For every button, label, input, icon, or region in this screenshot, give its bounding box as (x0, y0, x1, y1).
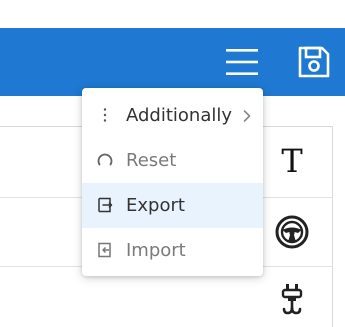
text-icon[interactable]: T (268, 137, 316, 185)
menu-item-label: Export (126, 195, 185, 216)
steering-wheel-icon[interactable] (268, 208, 316, 256)
menu-item-label: Reset (126, 150, 177, 171)
tow-hook-icon[interactable] (268, 277, 316, 325)
hamburger-menu-button[interactable] (222, 46, 262, 78)
steering-wheel-svg (275, 215, 309, 249)
reset-icon (96, 151, 114, 169)
menu-item-label: Additionally (126, 105, 233, 126)
menu-item-reset[interactable]: Reset (82, 138, 263, 183)
import-icon (96, 241, 114, 259)
top-toolbar (0, 28, 345, 96)
save-icon (298, 46, 330, 78)
save-button[interactable] (296, 44, 332, 80)
export-icon (96, 196, 114, 214)
more-vertical-icon (96, 106, 114, 124)
tow-hook-svg (281, 284, 303, 315)
dropdown-menu: Additionally Reset Export Import (82, 88, 263, 276)
menu-item-additionally[interactable]: Additionally (82, 93, 263, 138)
hamburger-icon (226, 49, 258, 75)
chevron-right-icon (240, 108, 254, 122)
menu-item-label: Import (126, 240, 186, 261)
text-icon-glyph: T (281, 142, 303, 180)
menu-item-export[interactable]: Export (82, 183, 263, 228)
menu-item-import[interactable]: Import (82, 228, 263, 273)
